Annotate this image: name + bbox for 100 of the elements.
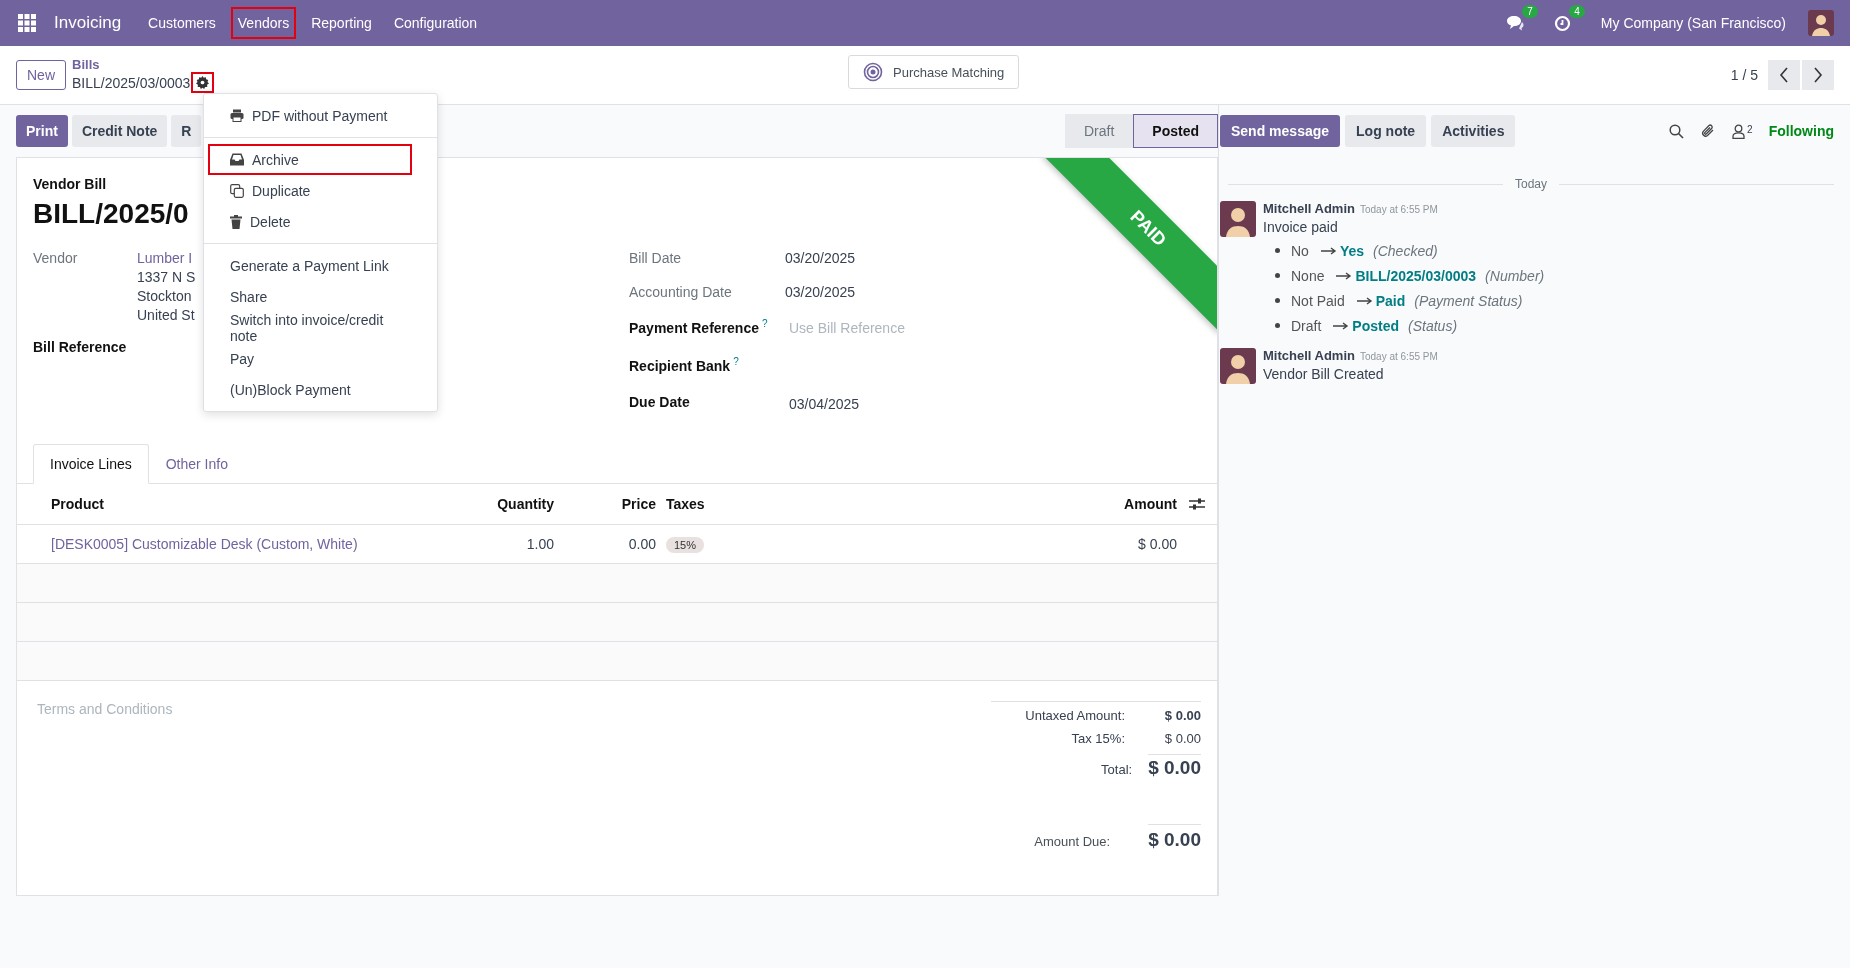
settings-button[interactable] bbox=[191, 72, 215, 93]
field-label: Accounting Date bbox=[629, 284, 732, 300]
pager-counter: 1 / 5 bbox=[1730, 67, 1758, 83]
field-value[interactable]: 03/20/2025 bbox=[785, 284, 856, 300]
chatter-button[interactable]: Activities bbox=[1431, 115, 1516, 147]
menu-item[interactable]: Share bbox=[208, 281, 433, 312]
field-label: Recipient Bank bbox=[629, 357, 731, 374]
company-switcher[interactable]: My Company (San Francisco) bbox=[1600, 15, 1786, 31]
total-value: $ 0.00 bbox=[1148, 754, 1201, 779]
chatter-button[interactable]: Log note bbox=[1345, 115, 1427, 147]
previous-button[interactable] bbox=[1768, 60, 1800, 90]
menu-item[interactable]: Generate a Payment Link bbox=[208, 250, 433, 281]
menu-item[interactable]: PDF without Payment bbox=[208, 100, 433, 131]
chat-icon[interactable] bbox=[1505, 15, 1524, 31]
total-label: Tax 15%: bbox=[1070, 731, 1126, 746]
bullet-icon bbox=[1275, 298, 1280, 303]
status-step[interactable]: Draft bbox=[1064, 114, 1134, 148]
new-button[interactable]: New bbox=[16, 60, 66, 90]
field-name: (Number) bbox=[1485, 267, 1545, 284]
column-header[interactable]: Taxes bbox=[656, 496, 1017, 512]
field-label: Vendor bbox=[33, 250, 79, 268]
menu-item[interactable]: Switch into invoice/credit note bbox=[208, 312, 433, 343]
total-value: $ 0.00 bbox=[1163, 708, 1201, 723]
menu-item[interactable]: (Un)Block Payment bbox=[208, 374, 433, 405]
new-value: Paid bbox=[1375, 292, 1406, 309]
form-label: Vendor Bill bbox=[33, 176, 107, 192]
notebook-tab[interactable]: Other Info bbox=[148, 444, 245, 484]
sliders-icon[interactable] bbox=[1189, 497, 1205, 511]
field-name: (Status) bbox=[1408, 317, 1458, 334]
old-value: No bbox=[1291, 242, 1309, 259]
menu-item[interactable]: Archive bbox=[208, 144, 412, 175]
field-value[interactable]: 03/04/2025 bbox=[789, 396, 860, 412]
column-header[interactable]: Quantity bbox=[454, 496, 554, 512]
chevron-right-icon[interactable] bbox=[1813, 67, 1823, 83]
total-label: Untaxed Amount: bbox=[1024, 708, 1126, 723]
old-value: None bbox=[1291, 267, 1325, 284]
old-value: Draft bbox=[1291, 317, 1322, 334]
target-icon[interactable] bbox=[863, 62, 883, 82]
tax-tag: 15% bbox=[666, 537, 705, 553]
nav-menu-item[interactable]: Customers bbox=[141, 7, 223, 39]
user-avatar[interactable] bbox=[1808, 10, 1834, 36]
field-name: (Payment Status) bbox=[1414, 292, 1523, 309]
arrow-icon bbox=[1356, 296, 1373, 305]
author-name[interactable]: Mitchell Admin bbox=[1263, 348, 1355, 363]
address-line: United St bbox=[137, 307, 196, 323]
printer-icon bbox=[230, 109, 244, 122]
author-name[interactable]: Mitchell Admin bbox=[1263, 201, 1355, 216]
field-label: Bill Reference bbox=[33, 339, 128, 355]
table-cell-text: 0.00 bbox=[627, 536, 656, 552]
vendor-link[interactable]: Lumber I bbox=[137, 250, 196, 266]
column-header[interactable]: Product bbox=[51, 496, 454, 512]
person-icon[interactable] bbox=[1732, 123, 1746, 139]
column-header[interactable]: Amount bbox=[1017, 496, 1177, 512]
record-title: BILL/2025/0 bbox=[33, 198, 189, 230]
bullet-icon bbox=[1275, 273, 1280, 278]
app-name[interactable]: Invoicing bbox=[48, 9, 128, 37]
notebook-tab[interactable]: Invoice Lines bbox=[33, 444, 149, 484]
total-label: Amount Due: bbox=[1033, 834, 1112, 849]
bullet-icon bbox=[1275, 248, 1280, 253]
arrow-icon bbox=[1336, 271, 1353, 280]
bullet-icon bbox=[1275, 323, 1280, 328]
following-button[interactable]: Following bbox=[1768, 123, 1834, 139]
menu-item[interactable]: Pay bbox=[208, 343, 433, 374]
new-value: Yes bbox=[1339, 242, 1365, 259]
search-icon[interactable] bbox=[1669, 123, 1685, 139]
old-value: Not Paid bbox=[1291, 292, 1345, 309]
table-cell-text: $ 0.00 bbox=[1137, 536, 1177, 552]
apps-grid-icon[interactable] bbox=[18, 14, 36, 32]
arrow-icon bbox=[1320, 246, 1337, 255]
action-button[interactable]: Print bbox=[16, 115, 68, 147]
gear-icon[interactable] bbox=[196, 76, 210, 89]
date-divider: Today bbox=[1515, 177, 1547, 191]
purchase-matching-button[interactable]: Purchase Matching bbox=[848, 55, 1020, 89]
action-button[interactable]: Credit Note bbox=[71, 115, 168, 147]
copy-icon bbox=[230, 183, 244, 198]
follower-count: 2 bbox=[1747, 123, 1753, 135]
nav-menu-item[interactable]: Configuration bbox=[386, 7, 485, 39]
breadcrumb-link[interactable]: Bills bbox=[72, 57, 215, 72]
next-button[interactable] bbox=[1802, 60, 1834, 90]
menu-item[interactable]: Duplicate bbox=[208, 175, 433, 206]
message-time: Today at 6:55 PM bbox=[1359, 351, 1438, 362]
status-step[interactable]: Posted bbox=[1133, 114, 1218, 148]
nav-menu-item[interactable]: Reporting bbox=[304, 7, 379, 39]
chevron-left-icon[interactable] bbox=[1779, 67, 1789, 83]
field-name: (Checked) bbox=[1373, 242, 1438, 259]
chatter-button[interactable]: Send message bbox=[1220, 115, 1341, 147]
new-value: Posted bbox=[1352, 317, 1400, 334]
total-label: Total: bbox=[1100, 762, 1134, 777]
nav-menu-item[interactable]: Vendors bbox=[230, 7, 297, 39]
help-tooltip[interactable]: ? bbox=[761, 318, 768, 329]
field-label: Payment Reference bbox=[629, 319, 759, 336]
clock-icon[interactable] bbox=[1553, 14, 1571, 32]
product-cell[interactable]: [DESK0005] Customizable Desk (Custom, White) bbox=[51, 536, 454, 552]
action-button[interactable]: R bbox=[171, 115, 202, 147]
trash-icon bbox=[230, 214, 242, 229]
field-label: Due Date bbox=[629, 394, 690, 410]
column-header[interactable]: Price bbox=[554, 496, 656, 512]
help-tooltip[interactable]: ? bbox=[733, 356, 739, 367]
field-value[interactable]: 03/20/2025 bbox=[785, 250, 856, 266]
menu-item[interactable]: Delete bbox=[208, 206, 433, 237]
